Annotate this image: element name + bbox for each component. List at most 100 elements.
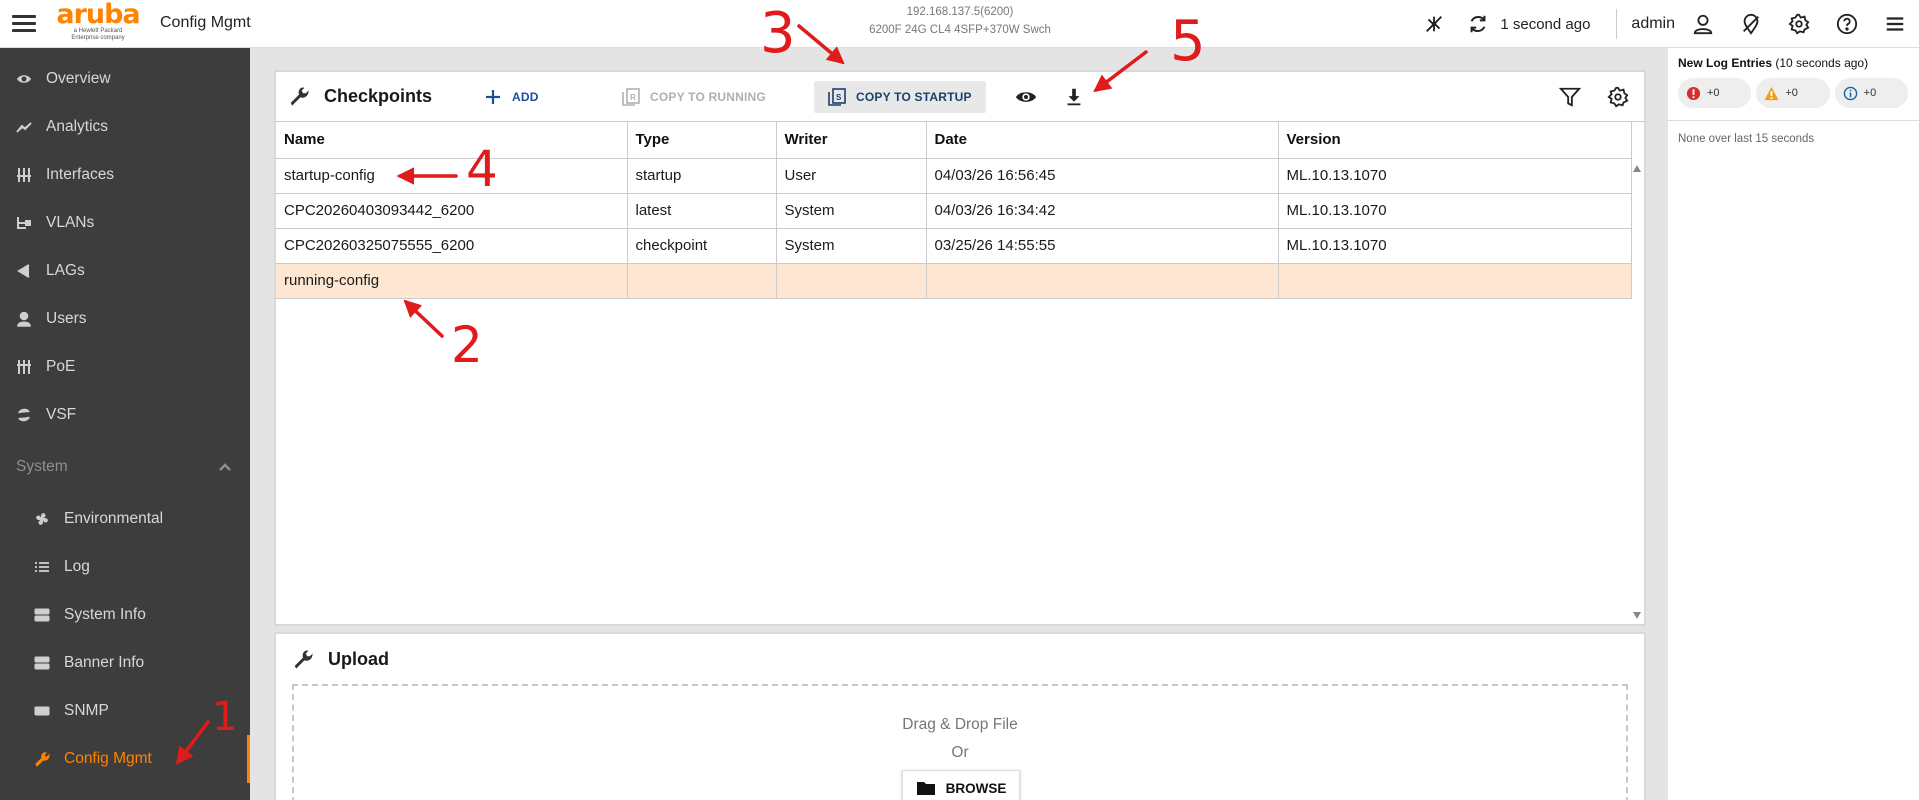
sync-icon — [18, 408, 30, 422]
table-row-selected[interactable]: running-config — [276, 263, 1632, 299]
log-empty-text: None over last 15 seconds — [1678, 133, 1815, 145]
table-row[interactable]: startup-config startup User 04/03/26 16:… — [276, 158, 1632, 194]
sidebar-item-vsf[interactable]: VSF — [0, 391, 250, 439]
interfaces-icon — [17, 168, 31, 182]
refresh-icon[interactable] — [1458, 0, 1498, 48]
wrench-icon — [294, 650, 313, 669]
cell-type: latest — [627, 193, 777, 229]
plus-icon — [486, 90, 500, 104]
user-name[interactable]: admin — [1631, 15, 1675, 33]
sidebar-item-snmp[interactable]: SNMP — [0, 687, 250, 735]
share-icon — [17, 264, 30, 278]
warning-icon — [1764, 86, 1779, 100]
upload-header: Upload — [292, 648, 389, 670]
warning-count: +0 — [1785, 87, 1798, 99]
warning-count-chip[interactable]: +0 — [1756, 78, 1830, 108]
column-header-name[interactable]: Name — [276, 122, 628, 159]
browse-button[interactable]: BROWSE — [902, 770, 1020, 800]
sidebar-item-analytics[interactable]: Analytics — [0, 103, 250, 151]
user-icon — [17, 311, 31, 327]
wrench-icon — [290, 87, 309, 106]
view-eye-icon[interactable] — [1014, 85, 1038, 109]
cell-type: checkpoint — [627, 228, 777, 264]
poe-icon — [17, 360, 31, 374]
sidebar-item-log[interactable]: Log — [0, 543, 250, 591]
location-off-icon[interactable] — [1727, 0, 1775, 48]
help-icon[interactable] — [1823, 0, 1871, 48]
column-header-date[interactable]: Date — [926, 122, 1279, 159]
sidebar: Overview Analytics Interfaces VLANs LAGs… — [0, 48, 250, 800]
vlans-icon — [17, 217, 31, 229]
more-menu-icon[interactable] — [1871, 0, 1919, 48]
divider — [1616, 9, 1618, 39]
error-icon — [1686, 86, 1701, 100]
table-scrollbar[interactable] — [1630, 123, 1644, 623]
table-row[interactable]: CPC20260403093442_6200 latest System 04/… — [276, 193, 1632, 229]
cell-name: CPC20260325075555_6200 — [276, 228, 628, 264]
file-dropzone[interactable]: Drag & Drop File Or BROWSE — [292, 684, 1628, 800]
checkpoints-toolbar: Checkpoints ADD R COPY TO RUNNING S COPY… — [276, 72, 1644, 122]
info-count: +0 — [1863, 87, 1877, 99]
add-button[interactable]: ADD — [472, 81, 551, 113]
sidebar-item-config-mgmt[interactable]: Config Mgmt — [0, 735, 250, 783]
filter-icon[interactable] — [1558, 85, 1582, 109]
sidebar-item-banner-info[interactable]: Banner Info — [0, 639, 250, 687]
cell-name: running-config — [276, 263, 628, 299]
cell-name: CPC20260403093442_6200 — [276, 193, 628, 229]
scroll-up-arrow-icon[interactable] — [1633, 165, 1641, 172]
sidebar-item-poe[interactable]: PoE — [0, 343, 250, 391]
checkpoints-table: Name Type Writer Date Version startup-co… — [276, 122, 1632, 299]
sidebar-item-environmental[interactable]: Environmental — [0, 495, 250, 543]
wrench-icon — [35, 752, 50, 767]
logo-subtitle-2: Enterprise company — [71, 35, 125, 41]
sidebar-item-overview[interactable]: Overview — [0, 55, 250, 103]
cell-writer — [776, 263, 927, 299]
cell-date: 03/25/26 14:55:55 — [926, 228, 1279, 264]
table-header-row: Name Type Writer Date Version — [276, 122, 1632, 159]
column-header-writer[interactable]: Writer — [776, 122, 927, 159]
menu-icon[interactable] — [12, 12, 36, 36]
log-age: (10 seconds ago) — [1775, 56, 1869, 70]
sidebar-item-system-info[interactable]: System Info — [0, 591, 250, 639]
copy-running-icon: R — [622, 88, 640, 106]
copy-to-running-label: COPY TO RUNNING — [650, 90, 766, 104]
copy-to-startup-button[interactable]: S COPY TO STARTUP — [814, 81, 986, 113]
svg-text:S: S — [836, 93, 842, 102]
chevron-up-icon — [219, 463, 231, 471]
download-icon[interactable] — [1062, 85, 1086, 109]
sidebar-item-label: Config Mgmt — [64, 750, 152, 767]
copy-to-running-button[interactable]: R COPY TO RUNNING — [610, 81, 778, 113]
sidebar-item-label: PoE — [46, 358, 76, 375]
cell-writer: System — [776, 193, 927, 229]
column-header-type[interactable]: Type — [627, 122, 777, 159]
sidebar-item-label: Log — [64, 558, 90, 575]
sidebar-item-vlans[interactable]: VLANs — [0, 199, 250, 247]
checkpoints-header: Checkpoints — [288, 85, 432, 107]
scroll-down-arrow-icon[interactable] — [1633, 612, 1641, 619]
cell-name: startup-config — [276, 158, 628, 194]
sidebar-item-users[interactable]: Users — [0, 295, 250, 343]
sidebar-item-interfaces[interactable]: Interfaces — [0, 151, 250, 199]
info-count-chip[interactable]: +0 — [1834, 78, 1908, 108]
cell-writer: System — [776, 228, 927, 264]
folder-icon — [916, 782, 935, 795]
user-icon[interactable] — [1679, 0, 1727, 48]
error-count-chip[interactable]: +0 — [1678, 78, 1752, 108]
column-header-version[interactable]: Version — [1278, 122, 1632, 159]
sidebar-item-label: Overview — [46, 70, 111, 87]
sidebar-item-lags[interactable]: LAGs — [0, 247, 250, 295]
table-settings-icon[interactable] — [1606, 85, 1630, 109]
sidebar-section-system[interactable]: System — [0, 439, 250, 495]
log-chips: +0 +0 +0 — [1668, 70, 1919, 108]
log-panel: New Log Entries (10 seconds ago) +0 +0 +… — [1668, 48, 1919, 800]
aruba-logo[interactable]: aruba a Hewlett Packard Enterprise compa… — [56, 1, 140, 44]
table-row[interactable]: CPC20260325075555_6200 checkpoint System… — [276, 228, 1632, 264]
device-info: 192.168.137.5(6200) 6200F 24G CL4 4SFP+3… — [820, 3, 1100, 39]
snmp-icon — [34, 706, 50, 716]
refresh-status: 1 second ago — [1500, 15, 1591, 33]
settings-icon[interactable] — [1775, 0, 1823, 48]
copy-startup-icon: S — [828, 88, 846, 106]
cell-date — [926, 263, 1279, 299]
no-network-icon[interactable] — [1410, 0, 1458, 48]
list-icon — [35, 562, 49, 572]
